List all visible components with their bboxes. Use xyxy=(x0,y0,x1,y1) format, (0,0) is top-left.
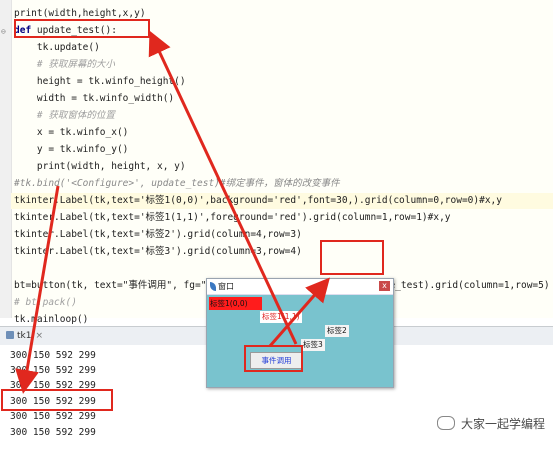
arrow-button-to-command xyxy=(268,277,330,347)
watermark-text: 大家一起学编程 xyxy=(460,417,545,431)
annotation-arrows xyxy=(15,30,330,394)
arrow-code-to-output xyxy=(15,185,60,394)
wechat-icon xyxy=(436,416,455,430)
arrow-button-to-def xyxy=(148,30,298,345)
watermark: 大家一起学编程 xyxy=(436,415,545,432)
